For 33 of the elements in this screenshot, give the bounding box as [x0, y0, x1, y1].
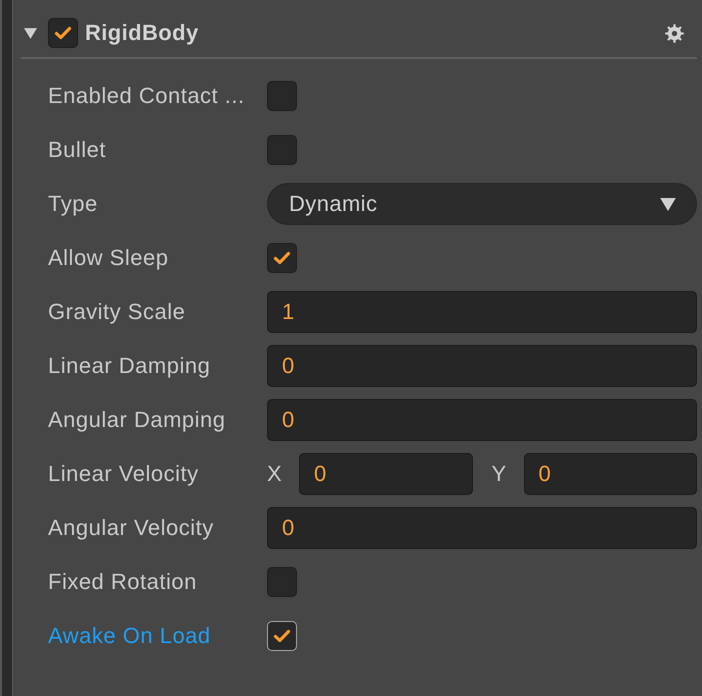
number-field[interactable]: 0 — [267, 507, 697, 549]
checkbox[interactable] — [267, 81, 297, 111]
property-label: Angular Damping — [47, 407, 226, 433]
checkbox[interactable] — [267, 567, 297, 597]
type-dropdown[interactable]: Dynamic — [267, 183, 697, 225]
property-label: Fixed Rotation — [47, 569, 198, 595]
axis-label: Y — [492, 461, 508, 487]
number-field[interactable]: 1 — [267, 291, 697, 333]
checkmark-icon — [273, 251, 291, 265]
property-label: Linear Damping — [47, 353, 212, 379]
collapse-triangle-icon[interactable] — [24, 28, 37, 38]
number-field[interactable]: 0 — [267, 399, 697, 441]
checkbox[interactable] — [267, 621, 297, 651]
checkbox[interactable] — [48, 18, 78, 48]
caret-icon — [660, 198, 676, 210]
property-label: Awake On Load — [47, 623, 212, 649]
component-title: RigidBody — [85, 20, 199, 46]
settings-icon[interactable] — [665, 24, 684, 42]
checkbox[interactable] — [267, 135, 297, 165]
property-label: Allow Sleep — [47, 245, 170, 271]
property-label: Angular Velocity — [47, 515, 215, 541]
property-label: Linear Velocity — [47, 461, 200, 487]
checkmark-icon — [54, 26, 72, 40]
checkbox[interactable] — [267, 243, 297, 273]
number-field[interactable]: 0 — [524, 453, 697, 495]
property-label: Bullet — [47, 137, 108, 163]
axis-label: X — [267, 461, 283, 487]
checkmark-icon — [273, 629, 291, 643]
number-field[interactable]: 0 — [299, 453, 472, 495]
number-field[interactable]: 0 — [267, 345, 697, 387]
property-label: Gravity Scale — [47, 299, 186, 325]
property-label: Type — [47, 191, 99, 217]
property-label: Enabled Contact ... — [47, 83, 246, 109]
